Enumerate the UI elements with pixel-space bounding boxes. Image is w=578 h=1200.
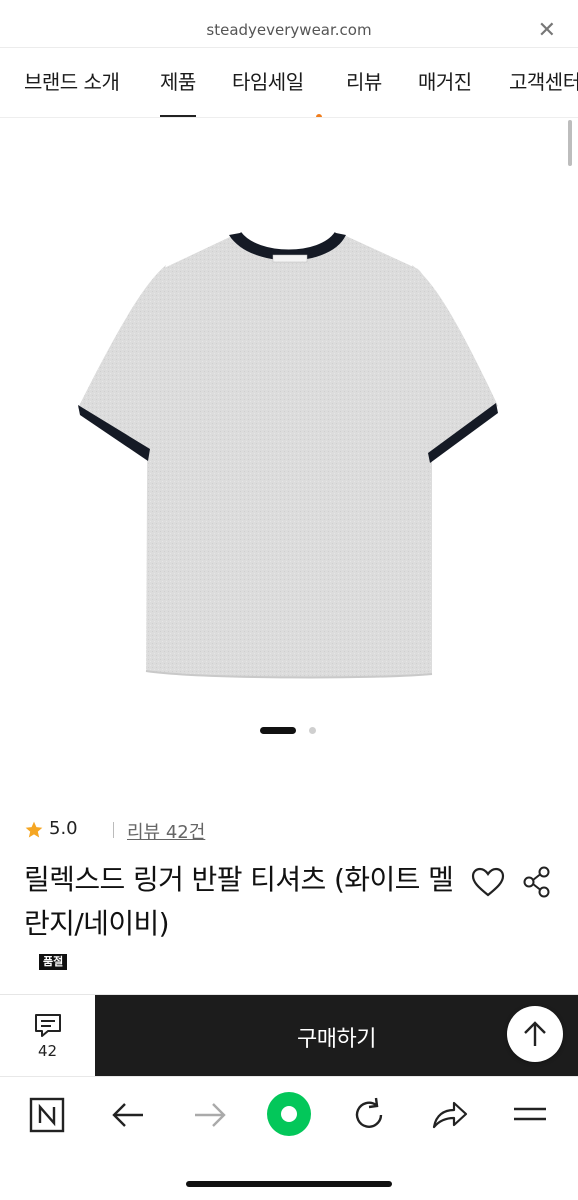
url-text[interactable]: steadyeverywear.com (0, 21, 578, 39)
purchase-bar: 42 구매하기 (0, 994, 578, 1077)
tab-customer-center[interactable]: 고객센터 (509, 66, 578, 95)
heart-icon[interactable] (470, 866, 506, 898)
soldout-badge: 품절 (39, 954, 68, 970)
qa-button[interactable]: 42 (0, 995, 95, 1077)
green-dot-icon[interactable] (264, 1089, 314, 1139)
pager-dot-active[interactable] (260, 727, 296, 734)
pager-dot[interactable] (309, 727, 316, 734)
divider (113, 822, 114, 838)
category-tabs: 브랜드 소개 제품 타임세일 리뷰 매거진 고객센터 (0, 48, 578, 118)
tab-magazine[interactable]: 매거진 (418, 66, 472, 95)
naver-home-icon[interactable] (27, 1095, 67, 1135)
comment-icon (35, 1014, 61, 1037)
tab-reviews[interactable]: 리뷰 (346, 66, 382, 95)
menu-icon[interactable] (510, 1095, 550, 1135)
tab-timesale[interactable]: 타임세일 (232, 66, 304, 95)
new-dot-badge (316, 114, 322, 117)
review-count-link[interactable]: 리뷰 42건 (127, 818, 205, 844)
scroll-to-top-button[interactable] (507, 1006, 563, 1062)
share-arrow-icon[interactable] (430, 1095, 470, 1135)
browser-url-bar[interactable]: steadyeverywear.com ✕ (0, 0, 578, 48)
product-title: 릴렉스드 링거 반팔 티셔츠 (화이트 멜란지/네이비) (24, 863, 454, 940)
tab-brand-intro[interactable]: 브랜드 소개 (24, 66, 120, 95)
product-image[interactable] (0, 119, 578, 699)
qa-count: 42 (37, 1042, 58, 1060)
star-icon (25, 821, 43, 838)
tab-products[interactable]: 제품 (160, 66, 196, 117)
buy-button[interactable]: 구매하기 (95, 995, 578, 1077)
home-indicator[interactable] (186, 1181, 392, 1187)
back-arrow-icon[interactable] (109, 1095, 149, 1135)
tshirt-image (78, 232, 498, 679)
buy-button-label: 구매하기 (297, 1027, 376, 1052)
forward-arrow-icon[interactable] (189, 1095, 229, 1135)
image-pager[interactable] (0, 726, 578, 736)
refresh-icon[interactable] (349, 1095, 389, 1135)
close-icon[interactable]: ✕ (538, 20, 556, 42)
share-icon[interactable] (522, 866, 552, 898)
rating-score: 5.0 (49, 818, 78, 839)
arrow-up-icon (524, 1021, 546, 1046)
